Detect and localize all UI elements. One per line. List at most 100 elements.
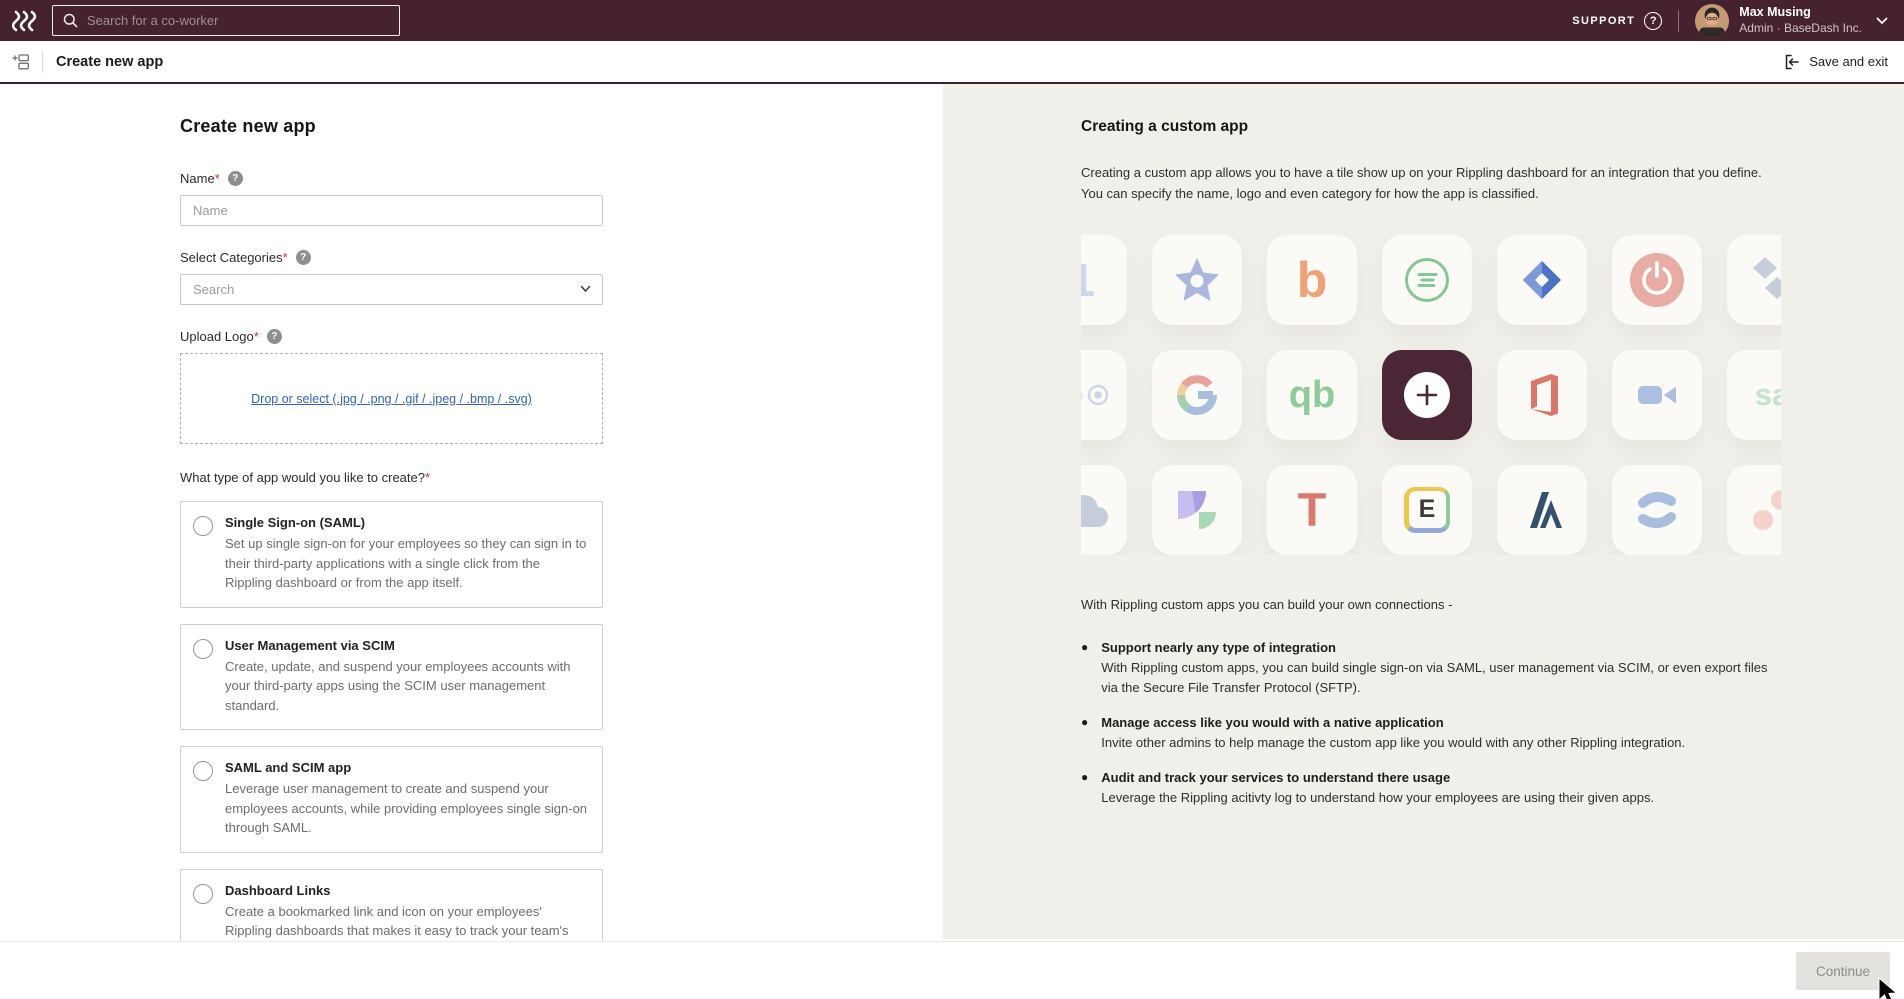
- app-tile-cloud: [1081, 465, 1127, 555]
- letter-a-logo-icon: [1520, 488, 1564, 532]
- save-and-exit-label: Save and exit: [1809, 54, 1888, 69]
- wizard-footer: Continue: [0, 941, 1904, 999]
- list-item: ● Manage access like you would with a na…: [1081, 713, 1781, 753]
- chevron-down-icon[interactable]: [1876, 17, 1888, 25]
- letter-b-logo-icon: b: [1297, 255, 1328, 305]
- categories-placeholder: Search: [193, 282, 234, 297]
- power-logo-icon: [1629, 252, 1685, 308]
- list-item: ● Support nearly any type of integration…: [1081, 638, 1781, 698]
- categories-label: Select Categories*: [180, 250, 288, 265]
- name-label: Name*: [180, 171, 220, 186]
- app-tile-ro: ro: [1081, 350, 1127, 440]
- app-tile-diamonds: [1727, 235, 1781, 325]
- app-tile-video: [1612, 350, 1702, 440]
- app-tile-power: [1612, 235, 1702, 325]
- exit-icon: [1782, 53, 1800, 71]
- option-description: Create, update, and suspend your employe…: [225, 657, 588, 716]
- app-tile-custom-plus: [1382, 350, 1472, 440]
- app-tile-numeral: 1: [1081, 235, 1127, 325]
- search-input[interactable]: [87, 13, 389, 28]
- app-tile-pentagon-star: [1152, 235, 1242, 325]
- chevron-down-icon: [580, 285, 591, 293]
- save-and-exit-button[interactable]: Save and exit: [1782, 53, 1888, 71]
- benefits-list: ● Support nearly any type of integration…: [1081, 638, 1781, 809]
- option-description: Set up single sign-on for your employees…: [225, 534, 588, 593]
- app-tile-letter-e: E: [1382, 465, 1472, 555]
- avatar[interactable]: [1695, 4, 1729, 38]
- app-tile-jira: [1497, 235, 1587, 325]
- app-tile-office: [1497, 350, 1587, 440]
- option-user-management-scim[interactable]: User Management via SCIM Create, update,…: [180, 624, 603, 731]
- option-description: Leverage user management to create and s…: [225, 779, 588, 838]
- app-tile-quickbooks: qb: [1267, 350, 1357, 440]
- radio-button[interactable]: [193, 516, 213, 536]
- plus-icon: [1404, 372, 1450, 418]
- app-tile-google: [1152, 350, 1242, 440]
- header-divider: [42, 51, 43, 73]
- topbar-divider: [1678, 10, 1679, 32]
- bullet-title: Manage access like you would with a nati…: [1101, 713, 1685, 733]
- option-title: Dashboard Links: [225, 883, 588, 898]
- sa-logo-icon: sa: [1755, 379, 1781, 410]
- bullet-icon: ●: [1081, 768, 1088, 808]
- app-tile-circle-lines: [1382, 235, 1472, 325]
- diamonds-logo-icon: [1747, 255, 1781, 305]
- categories-select[interactable]: Search: [180, 274, 603, 305]
- option-single-sign-on-saml[interactable]: Single Sign-on (SAML) Set up single sign…: [180, 501, 603, 608]
- bullet-title: Audit and track your services to underst…: [1101, 768, 1654, 788]
- page-header: Create new app Save and exit: [0, 41, 1904, 84]
- categories-help-icon[interactable]: ?: [296, 250, 311, 265]
- name-help-icon[interactable]: ?: [228, 171, 243, 186]
- confluence-logo-icon: [1635, 488, 1679, 532]
- numeral-logo-icon: 1: [1081, 257, 1095, 303]
- office-logo-icon: [1521, 372, 1563, 418]
- top-navigation-bar: SUPPORT ? Max Musing Admin · BaseDash In…: [0, 0, 1904, 41]
- circle-lines-logo-icon: [1403, 256, 1451, 304]
- search-icon: [63, 13, 78, 28]
- mouse-cursor: [1876, 977, 1902, 999]
- quickbooks-logo-icon: qb: [1289, 376, 1335, 414]
- user-role: Admin · BaseDash Inc.: [1739, 21, 1862, 36]
- rippling-logo-icon[interactable]: [12, 10, 38, 32]
- help-icon[interactable]: ?: [1644, 12, 1662, 30]
- dots-logo-icon: [1747, 485, 1781, 535]
- name-field[interactable]: [180, 195, 603, 226]
- connections-line: With Rippling custom apps you can build …: [1081, 597, 1781, 612]
- app-tile-grid: 1 b: [1081, 235, 1781, 555]
- user-menu[interactable]: Max Musing Admin · BaseDash Inc.: [1739, 5, 1862, 36]
- info-intro: Creating a custom app allows you to have…: [1081, 163, 1771, 205]
- app-tile-letter-b: b: [1267, 235, 1357, 325]
- upload-logo-label: Upload Logo*: [180, 329, 259, 344]
- logo-drop-link[interactable]: Drop or select (.jpg / .png / .gif / .jp…: [251, 392, 532, 406]
- app-tile-sage: sa: [1727, 350, 1781, 440]
- bullet-icon: ●: [1081, 638, 1088, 698]
- option-saml-and-scim[interactable]: SAML and SCIM app Leverage user manageme…: [180, 746, 603, 853]
- option-title: User Management via SCIM: [225, 638, 588, 653]
- pentagon-star-logo-icon: [1174, 257, 1220, 303]
- app-tile-letter-t: T: [1267, 465, 1357, 555]
- support-link[interactable]: SUPPORT: [1572, 15, 1635, 27]
- radio-button[interactable]: [193, 884, 213, 904]
- create-app-form-panel: Create new app Name* ? Select Categories…: [0, 84, 943, 939]
- app-tile-dots: [1727, 465, 1781, 555]
- leaf-logo-icon: [1174, 487, 1220, 533]
- bullet-description: Invite other admins to help manage the c…: [1101, 733, 1685, 753]
- option-title: SAML and SCIM app: [225, 760, 588, 775]
- app-tile-letter-a: [1497, 465, 1587, 555]
- coworker-search-box[interactable]: [52, 5, 400, 36]
- info-heading: Creating a custom app: [1081, 118, 1781, 136]
- radio-button[interactable]: [193, 639, 213, 659]
- bullet-description: With Rippling custom apps, you can build…: [1101, 658, 1781, 698]
- letter-t-logo-icon: T: [1298, 486, 1327, 533]
- form-heading: Create new app: [180, 116, 603, 137]
- radio-button[interactable]: [193, 761, 213, 781]
- video-camera-logo-icon: [1634, 372, 1680, 418]
- logo-dropzone[interactable]: Drop or select (.jpg / .png / .gif / .jp…: [180, 353, 603, 444]
- ro-logo-icon: ro: [1081, 381, 1109, 408]
- jira-logo-icon: [1520, 258, 1564, 302]
- google-logo-icon: [1174, 372, 1220, 418]
- page-title: Create new app: [56, 54, 163, 70]
- app-list-icon[interactable]: [12, 54, 29, 70]
- upload-logo-help-icon[interactable]: ?: [267, 329, 282, 344]
- bullet-description: Leverage the Rippling acitivty log to un…: [1101, 788, 1654, 808]
